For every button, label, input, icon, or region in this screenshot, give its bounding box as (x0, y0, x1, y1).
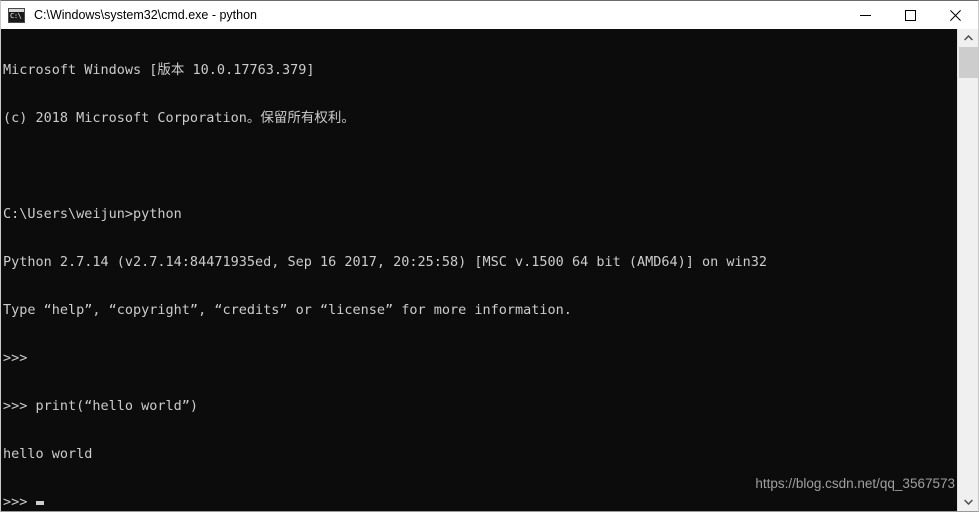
scrollbar-down-button[interactable] (958, 493, 978, 511)
console-line: Type “help”, “copyright”, “credits” or “… (3, 302, 572, 318)
title-bar-left: C:\ C:\Windows\system32\cmd.exe - python (1, 7, 843, 23)
maximize-icon (905, 9, 916, 21)
scrollbar-thumb[interactable] (959, 47, 978, 78)
maximize-button[interactable] (888, 1, 933, 29)
text-cursor (35, 501, 44, 505)
scrollbar-track[interactable] (958, 47, 978, 493)
close-button[interactable] (933, 1, 978, 29)
minimize-icon (860, 14, 871, 16)
console-line: Python 2.7.14 (v2.7.14:84471935ed, Sep 1… (3, 254, 768, 270)
console-line: C:\Users\weijun>python (3, 206, 182, 222)
console-text: Microsoft Windows [版本 10.0.17763.379] (c… (3, 30, 767, 511)
chevron-down-icon (963, 499, 973, 505)
minimize-button[interactable] (843, 1, 888, 29)
chevron-up-icon (963, 35, 973, 41)
scrollbar-up-button[interactable] (958, 29, 978, 47)
title-bar[interactable]: C:\ C:\Windows\system32\cmd.exe - python (1, 1, 978, 29)
console-line: >>> print(“hello world”) (3, 398, 199, 414)
window-controls (843, 1, 978, 29)
cmd-exe-icon: C:\ (8, 7, 25, 23)
cmd-window: C:\ C:\Windows\system32\cmd.exe - python (0, 0, 979, 512)
window-title: C:\Windows\system32\cmd.exe - python (34, 8, 257, 22)
console-line: (c) 2018 Microsoft Corporation。保留所有权利。 (3, 110, 355, 126)
watermark-url: https://blog.csdn.net/qq_3567573 (755, 476, 955, 491)
close-icon (950, 9, 961, 21)
cmd-icon-glyph: C:\ (10, 11, 22, 20)
console-line: hello world (3, 446, 93, 462)
prompt-text: >>> (3, 494, 36, 510)
console-prompt-line: >>> (3, 494, 767, 510)
console-output-area[interactable]: Microsoft Windows [版本 10.0.17763.379] (c… (1, 29, 957, 511)
console-line: >>> (3, 350, 28, 366)
console-line: Microsoft Windows [版本 10.0.17763.379] (3, 62, 315, 78)
vertical-scrollbar[interactable] (957, 29, 978, 511)
